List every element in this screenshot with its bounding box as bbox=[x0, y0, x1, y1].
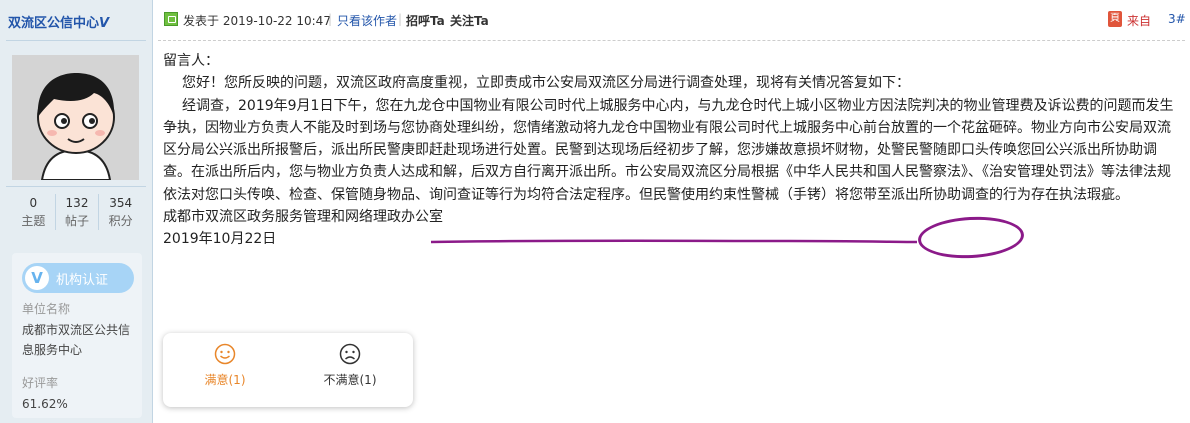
stat-label: 帖子 bbox=[65, 214, 90, 228]
stat-threads[interactable]: 0 主题 bbox=[12, 194, 55, 230]
avatar[interactable] bbox=[12, 55, 139, 180]
stat-label: 主题 bbox=[21, 214, 46, 228]
signature: 成都市双流区政务服务管理和网络理政办公室 bbox=[163, 209, 443, 226]
message-body: 留言人： 您好！您所反映的问题，双流区政府高度重视，立即责成市公安局双流区分局进… bbox=[163, 50, 1178, 251]
view-author-only-link[interactable]: 只看该作者 bbox=[337, 12, 397, 29]
author-name[interactable]: 双流区公信中心V bbox=[8, 12, 109, 31]
paragraph-intro: 您好！您所反映的问题，双流区政府高度重视，立即责成市公安局双流区分局进行调查处理… bbox=[182, 75, 910, 92]
stat-points[interactable]: 354 积分 bbox=[98, 194, 142, 230]
header-separator: | bbox=[328, 12, 333, 26]
author-sidebar: 双流区公信中心V 0 主题 132 帖子 354 积分 V 机构认证 单位名称 … bbox=[0, 0, 153, 423]
vote-unsatisfied[interactable]: 不满意(1) bbox=[300, 343, 400, 388]
certification-panel: V 机构认证 单位名称 成都市双流区公共信息服务中心 好评率 61.62% bbox=[12, 253, 142, 418]
satisfied-label: 满意(1) bbox=[204, 373, 246, 387]
avatar-image bbox=[12, 55, 139, 180]
verified-badge: V bbox=[99, 16, 110, 31]
author-stats: 0 主题 132 帖子 354 积分 bbox=[12, 194, 142, 230]
unit-name-value: 成都市双流区公共信息服务中心 bbox=[22, 323, 131, 357]
author-name-text[interactable]: 双流区公信中心 bbox=[8, 16, 99, 31]
source-label[interactable]: 来自 bbox=[1127, 12, 1151, 29]
post-header: 发表于 2019-10-22 10:47 | 只看该作者 | 招呼Ta 关注Ta… bbox=[153, 0, 1190, 40]
post-content: 发表于 2019-10-22 10:47 | 只看该作者 | 招呼Ta 关注Ta… bbox=[153, 0, 1190, 423]
header-divider bbox=[158, 40, 1185, 42]
sidebar-divider bbox=[6, 186, 146, 187]
certification-button[interactable]: V 机构认证 bbox=[22, 263, 134, 293]
verified-v-icon: V bbox=[25, 266, 49, 290]
vote-panel: 满意(1) 不满意(1) bbox=[163, 333, 413, 407]
post-timestamp: 发表于 2019-10-22 10:47 bbox=[183, 14, 331, 28]
stat-value: 354 bbox=[109, 196, 133, 210]
certification-label: 机构认证 bbox=[56, 273, 109, 288]
rating-value: 61.62% bbox=[22, 397, 68, 411]
unit-name-label: 单位名称 bbox=[22, 302, 71, 316]
paragraph-investigation: 经调查，2019年9月1日下午，您在九龙仓中国物业有限公司时代上城服务中心内，与… bbox=[163, 97, 1174, 203]
smile-icon bbox=[214, 343, 236, 365]
greet-link[interactable]: 招呼Ta bbox=[406, 12, 445, 29]
frown-icon bbox=[339, 343, 361, 365]
source-icon: 頁 bbox=[1108, 11, 1122, 27]
rating-label: 好评率 bbox=[22, 376, 59, 390]
header-separator: | bbox=[398, 12, 403, 26]
online-status-icon bbox=[164, 12, 178, 26]
sidebar-divider bbox=[6, 40, 146, 41]
stat-label: 积分 bbox=[108, 214, 133, 228]
stat-value: 0 bbox=[29, 196, 38, 210]
annotation-underline bbox=[430, 239, 918, 244]
vote-satisfied[interactable]: 满意(1) bbox=[175, 343, 275, 388]
unsatisfied-label: 不满意(1) bbox=[323, 373, 377, 387]
stat-value: 132 bbox=[65, 196, 89, 210]
floor-number[interactable]: 3# bbox=[1168, 12, 1186, 26]
salutation: 留言人： bbox=[163, 53, 219, 69]
follow-link[interactable]: 关注Ta bbox=[450, 12, 489, 29]
stat-posts[interactable]: 132 帖子 bbox=[54, 194, 99, 230]
